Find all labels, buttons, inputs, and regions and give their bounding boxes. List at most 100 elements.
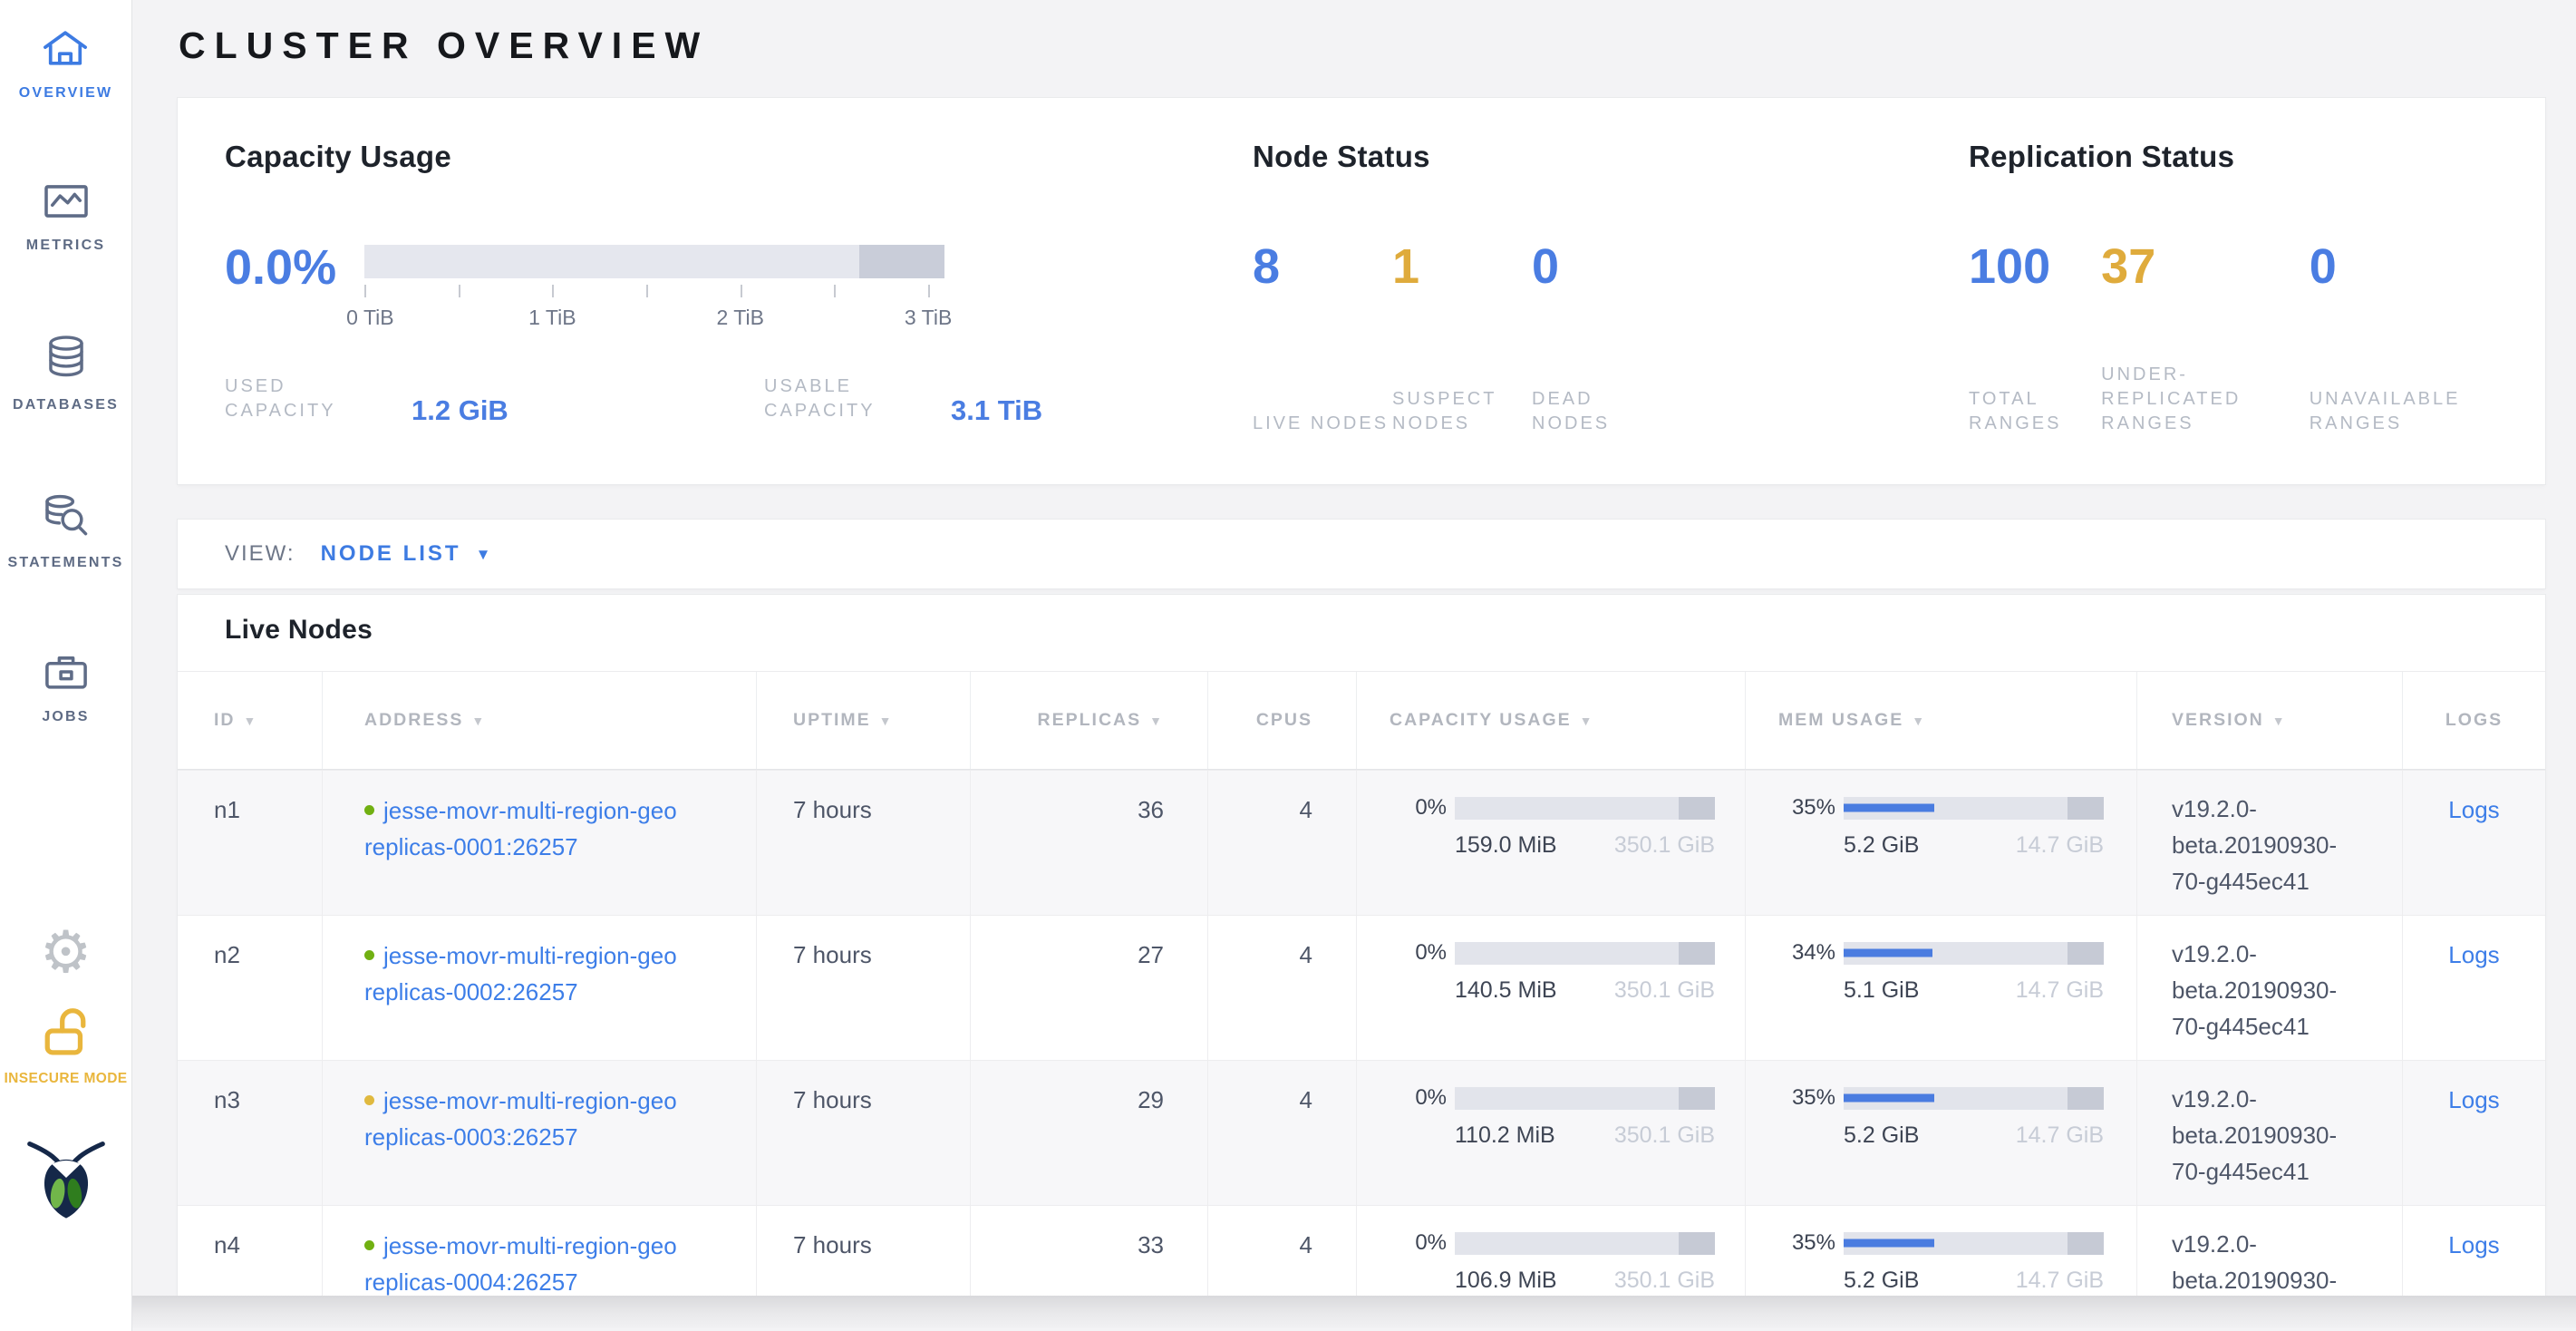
sidebar-item-label: DATABASES bbox=[13, 397, 119, 413]
sidebar-item-databases[interactable]: DATABASES bbox=[13, 334, 119, 413]
table-header-row: ID▼ ADDRESS▼ UPTIME▼ REPLICAS▼ CPUS CAPA… bbox=[178, 672, 2545, 770]
sidebar-item-label: METRICS bbox=[26, 238, 105, 254]
node-version: v19.2.0-beta.20190930-70-g445ec41 bbox=[2136, 771, 2402, 915]
unavailable-ranges-label: UNAVAILABLE RANGES bbox=[2310, 387, 2545, 436]
logs-link[interactable]: Logs bbox=[2448, 941, 2499, 968]
unavailable-ranges-count: 0 bbox=[2310, 242, 2545, 291]
total-ranges-count: 100 bbox=[1969, 242, 2101, 291]
mem-percent: 34% bbox=[1778, 940, 1844, 966]
column-header-id[interactable]: ID▼ bbox=[178, 672, 322, 769]
node-mem-usage-cell: 35% 5.2 GiB14.7 GiB bbox=[1745, 1061, 2136, 1205]
view-dropdown[interactable]: NODE LIST bbox=[321, 541, 461, 567]
home-icon bbox=[39, 27, 92, 73]
mem-total-value: 14.7 GiB bbox=[2016, 832, 2104, 859]
sidebar-item-statements[interactable]: STATEMENTS bbox=[7, 493, 123, 571]
under-replicated-label: UNDER-REPLICATED RANGES bbox=[2101, 363, 2282, 436]
node-address-link[interactable]: jesse-movr-multi-region-georeplicas-0001… bbox=[364, 797, 732, 865]
capacity-usage-title: Capacity Usage bbox=[225, 140, 1206, 174]
chevron-down-icon[interactable]: ▼ bbox=[476, 546, 491, 564]
bottom-scroll-shadow bbox=[132, 1296, 2576, 1328]
sort-icon: ▼ bbox=[879, 714, 894, 728]
used-capacity-value: 1.2 GiB bbox=[412, 397, 508, 423]
node-capacity-usage-cell: 0% 140.5 MiB350.1 GiB bbox=[1356, 916, 1745, 1060]
node-replicas: 36 bbox=[970, 771, 1207, 915]
sidebar-item-jobs[interactable]: JOBS bbox=[42, 651, 91, 725]
column-header-mem-usage[interactable]: MEM USAGE▼ bbox=[1745, 672, 2136, 769]
capacity-percent: 0% bbox=[1390, 1085, 1455, 1111]
insecure-mode-label: INSECURE MODE bbox=[4, 1071, 127, 1087]
unavailable-ranges-stat: 0 UNAVAILABLE RANGES bbox=[2310, 242, 2545, 436]
column-header-capacity-usage[interactable]: CAPACITY USAGE▼ bbox=[1356, 672, 1745, 769]
dead-nodes-label: DEAD NODES bbox=[1532, 387, 1671, 436]
node-status-dot bbox=[364, 1095, 374, 1105]
node-version: v19.2.0-beta.20190930-70-g445ec41 bbox=[2136, 1206, 2402, 1296]
total-ranges-stat: 100 TOTAL RANGES bbox=[1969, 242, 2101, 436]
mem-mini-bar bbox=[1844, 942, 2104, 965]
sidebar-item-overview[interactable]: OVERVIEW bbox=[19, 27, 113, 102]
node-id: n3 bbox=[178, 1061, 322, 1205]
capacity-usage-section: Capacity Usage 0.0% 0 TiB 1 TiB 2 TiB 3 … bbox=[178, 98, 1206, 484]
live-nodes-table: ID▼ ADDRESS▼ UPTIME▼ REPLICAS▼ CPUS CAPA… bbox=[178, 671, 2545, 1296]
capacity-used-value: 110.2 MiB bbox=[1455, 1122, 1555, 1149]
statements-icon bbox=[41, 493, 90, 543]
mem-mini-bar bbox=[1844, 1087, 2104, 1110]
node-capacity-usage-cell: 0% 110.2 MiB 350.1 GiB bbox=[1356, 1061, 1745, 1205]
table-row: n3 jesse-movr-multi-region-georeplicas-0… bbox=[178, 1060, 2545, 1205]
insecure-mode-indicator[interactable]: INSECURE MODE bbox=[4, 1005, 127, 1087]
node-address-link[interactable]: jesse-movr-multi-region-georeplicas-0004… bbox=[364, 1232, 732, 1296]
node-uptime: 7 hours bbox=[756, 916, 970, 1060]
node-address-link[interactable]: jesse-movr-multi-region-georeplicas-0002… bbox=[364, 942, 732, 1010]
capacity-bar: 0 TiB 1 TiB 2 TiB 3 TiB bbox=[364, 245, 944, 333]
column-header-version[interactable]: VERSION▼ bbox=[2136, 672, 2402, 769]
logs-link[interactable]: Logs bbox=[2448, 1231, 2499, 1258]
used-capacity-label: USED CAPACITY bbox=[225, 374, 397, 423]
sidebar-item-metrics[interactable]: METRICS bbox=[26, 181, 105, 254]
node-mem-usage-cell: 35% 5.2 GiB14.7 GiB bbox=[1745, 771, 2136, 915]
node-cpus: 4 bbox=[1207, 771, 1356, 915]
node-address-cell: jesse-movr-multi-region-georeplicas-0001… bbox=[322, 771, 756, 915]
cockroachdb-logo[interactable] bbox=[24, 1134, 108, 1226]
capacity-total-value: 350.1 GiB bbox=[1614, 832, 1715, 859]
table-row: n1 jesse-movr-multi-region-georeplicas-0… bbox=[178, 770, 2545, 915]
suspect-nodes-count: 1 bbox=[1392, 242, 1532, 291]
node-status-dot bbox=[364, 950, 374, 960]
node-id: n2 bbox=[178, 916, 322, 1060]
mem-percent: 35% bbox=[1778, 1085, 1844, 1111]
sidebar: OVERVIEW METRICS DATABASES STATEMENTS JO… bbox=[0, 0, 132, 1331]
column-header-cpus: CPUS bbox=[1207, 672, 1356, 769]
node-capacity-usage-cell: 0% 106.9 MiB350.1 GiB bbox=[1356, 1206, 1745, 1296]
usable-capacity-label: USABLE CAPACITY bbox=[764, 374, 936, 423]
node-address-cell: jesse-movr-multi-region-georeplicas-0003… bbox=[322, 1061, 756, 1205]
under-replicated-count: 37 bbox=[2101, 242, 2282, 291]
column-header-replicas[interactable]: REPLICAS▼ bbox=[970, 672, 1207, 769]
gear-icon[interactable]: ⚙ bbox=[40, 923, 92, 981]
dead-nodes-stat: 0 DEAD NODES bbox=[1532, 242, 1671, 436]
node-status-dot bbox=[364, 1240, 374, 1250]
usable-capacity-stat: USABLE CAPACITY 3.1 TiB bbox=[764, 374, 1042, 423]
node-status-section: Node Status 8 LIVE NODES 1 SUSPECT NODES… bbox=[1206, 98, 1922, 484]
column-header-uptime[interactable]: UPTIME▼ bbox=[756, 672, 970, 769]
node-version: v19.2.0-beta.20190930-70-g445ec41 bbox=[2136, 1061, 2402, 1205]
column-header-address[interactable]: ADDRESS▼ bbox=[322, 672, 756, 769]
logs-link[interactable]: Logs bbox=[2448, 1086, 2499, 1113]
capacity-total-value: 350.1 GiB bbox=[1614, 1122, 1715, 1149]
mem-percent: 35% bbox=[1778, 795, 1844, 821]
main-content: CLUSTER OVERVIEW Capacity Usage 0.0% 0 T… bbox=[132, 0, 2576, 1328]
table-row: n4 jesse-movr-multi-region-georeplicas-0… bbox=[178, 1205, 2545, 1296]
sidebar-item-label: OVERVIEW bbox=[19, 85, 113, 102]
node-address-link[interactable]: jesse-movr-multi-region-georeplicas-0003… bbox=[364, 1087, 732, 1155]
node-status-title: Node Status bbox=[1253, 140, 1922, 174]
capacity-mini-bar bbox=[1455, 1232, 1715, 1255]
database-icon bbox=[43, 334, 90, 385]
node-cpus: 4 bbox=[1207, 1206, 1356, 1296]
capacity-mini-bar bbox=[1455, 942, 1715, 965]
node-replicas: 29 bbox=[970, 1061, 1207, 1205]
metrics-icon bbox=[41, 181, 92, 226]
total-ranges-label: TOTAL RANGES bbox=[1969, 387, 2101, 436]
suspect-nodes-stat: 1 SUSPECT NODES bbox=[1392, 242, 1532, 436]
live-nodes-label: LIVE NODES bbox=[1253, 412, 1392, 436]
live-nodes-stat: 8 LIVE NODES bbox=[1253, 242, 1392, 436]
sidebar-item-label: STATEMENTS bbox=[7, 555, 123, 571]
table-row: n2 jesse-movr-multi-region-georeplicas-0… bbox=[178, 915, 2545, 1060]
logs-link[interactable]: Logs bbox=[2448, 796, 2499, 823]
